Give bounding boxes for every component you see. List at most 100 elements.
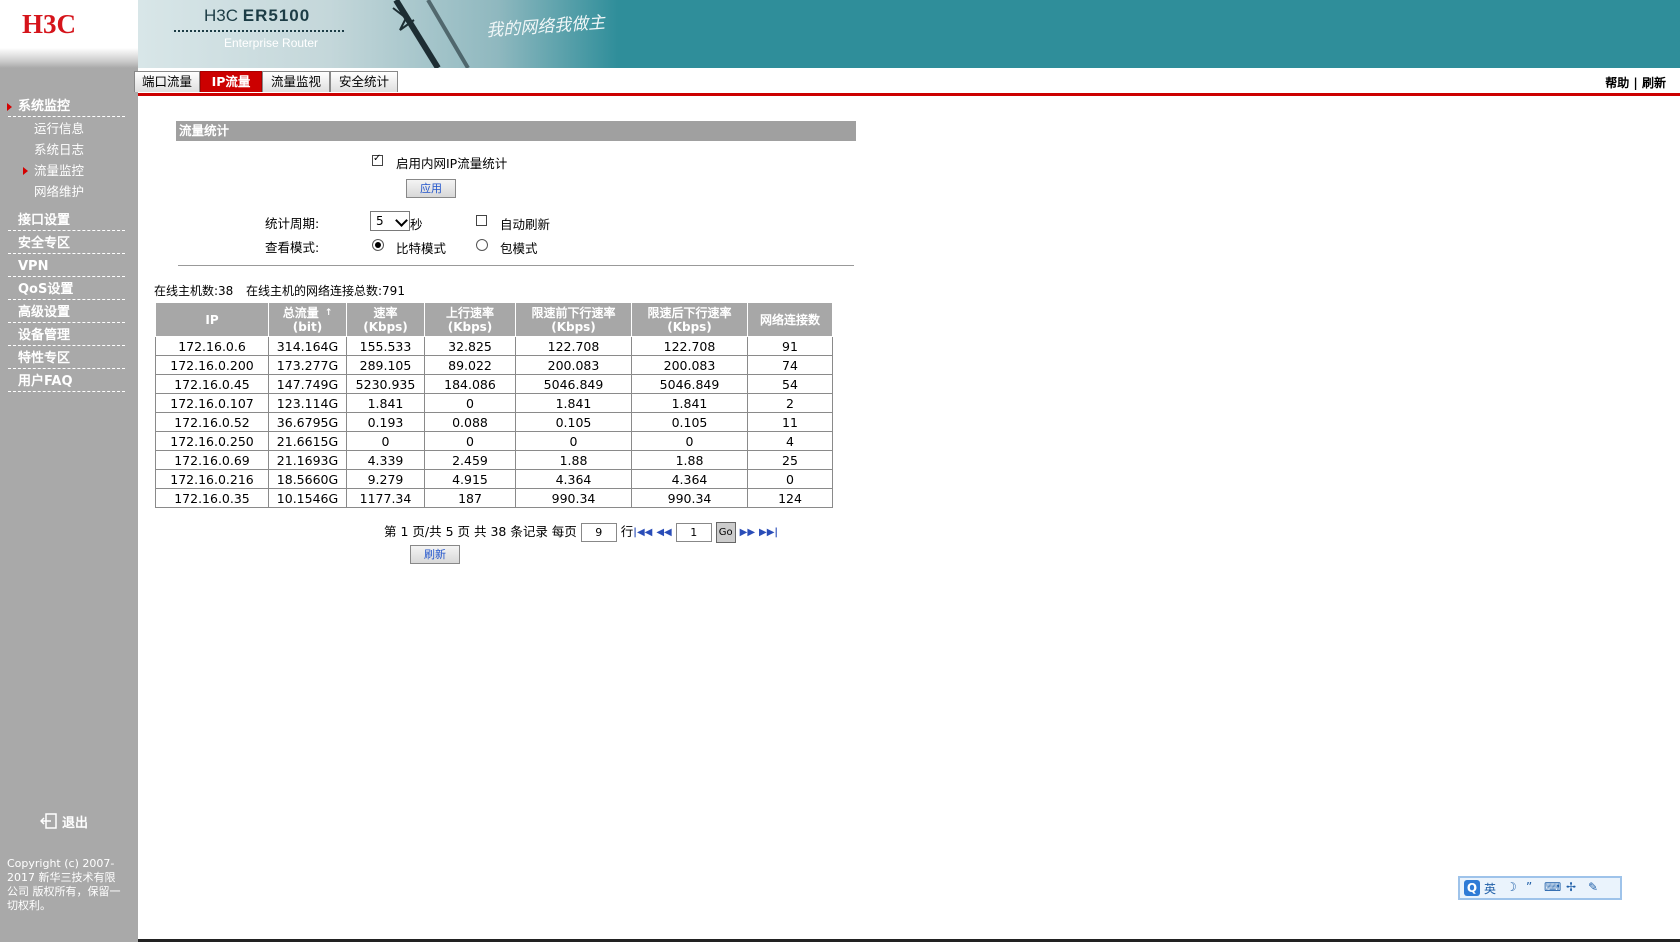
period-select[interactable]: 5 bbox=[370, 211, 410, 231]
table-cell: 1.841 bbox=[515, 393, 632, 413]
tab-traffic-watch[interactable]: 流量监视 bbox=[262, 71, 330, 92]
keyboard-icon[interactable]: ⌨ bbox=[1544, 880, 1561, 894]
product-name: H3C ER5100 bbox=[204, 6, 311, 25]
table-cell: 4.364 bbox=[631, 469, 748, 489]
tab-port-traffic[interactable]: 端口流量 bbox=[134, 71, 200, 92]
h3c-logo: H3C bbox=[22, 9, 76, 39]
table-cell: 5230.935 bbox=[346, 374, 425, 394]
sort-asc-icon: ↑ bbox=[324, 307, 333, 318]
ime-language[interactable]: 英 bbox=[1484, 880, 1496, 897]
enable-ip-stats-label: 启用内网IP流量统计 bbox=[396, 156, 508, 171]
col-header-down-after-limit[interactable]: 限速后下行速率 (Kbps) bbox=[631, 302, 748, 337]
refresh-button[interactable]: 刷新 bbox=[410, 545, 460, 564]
per-page-input[interactable]: 9 bbox=[580, 523, 617, 542]
menu-device-management[interactable]: 设备管理 bbox=[8, 326, 125, 346]
pager-summary: 第 1 页/共 5 页 共 38 条记录 每页 bbox=[384, 524, 577, 539]
table-cell: 2 bbox=[747, 393, 833, 413]
table-cell: 172.16.0.107 bbox=[155, 393, 269, 413]
table-cell: 25 bbox=[747, 450, 833, 470]
col-header-connections[interactable]: 网络连接数 bbox=[747, 302, 833, 337]
table-cell: 18.5660G bbox=[268, 469, 347, 489]
tab-ip-traffic[interactable]: IP流量 bbox=[200, 71, 262, 92]
table-cell: 122.708 bbox=[515, 336, 632, 356]
menu-security-zone[interactable]: 安全专区 bbox=[8, 234, 125, 254]
help-link[interactable]: 帮助 bbox=[1605, 76, 1629, 90]
table-cell: 91 bbox=[747, 336, 833, 356]
col-header-total-traffic[interactable]: 总流量 ↑ (bit) bbox=[268, 302, 347, 337]
table-cell: 32.825 bbox=[424, 336, 516, 356]
table-cell: 0 bbox=[424, 431, 516, 451]
apply-button[interactable]: 应用 bbox=[406, 179, 456, 198]
table-cell: 172.16.0.45 bbox=[155, 374, 269, 394]
table-cell: 155.533 bbox=[346, 336, 425, 356]
bit-mode-radio[interactable] bbox=[372, 239, 384, 251]
table-cell: 0.105 bbox=[515, 412, 632, 432]
table-cell: 9.279 bbox=[346, 469, 425, 489]
next-page-icon[interactable]: ▶▶ bbox=[740, 527, 755, 538]
tab-bar: 端口流量 IP流量 流量监视 安全统计 帮助 | 刷新 bbox=[134, 68, 1680, 96]
table-row: 172.16.0.69 21.1693G 4.339 2.459 1.88 1.88 25 bbox=[155, 450, 833, 470]
go-button[interactable]: Go bbox=[715, 522, 736, 543]
table-row: 172.16.0.45 147.749G 5230.935 184.086 5046.8… bbox=[155, 374, 833, 394]
col-header-up-rate[interactable]: 上行速率 (Kbps) bbox=[424, 302, 516, 337]
menu-interface-settings[interactable]: 接口设置 bbox=[8, 211, 125, 231]
simplified-icon[interactable]: ✢ bbox=[1566, 880, 1576, 894]
table-cell: 2.459 bbox=[424, 450, 516, 470]
table-cell: 1177.34 bbox=[346, 488, 425, 508]
table-cell: 5046.849 bbox=[515, 374, 632, 394]
table-cell: 314.164G bbox=[268, 336, 347, 356]
ime-toolbar[interactable]: Q 英 ☽ ” ⌨ ✢ ✎ bbox=[1458, 876, 1622, 900]
page-number-input[interactable]: 1 bbox=[675, 523, 712, 542]
table-cell: 54 bbox=[747, 374, 833, 394]
table-cell: 172.16.0.52 bbox=[155, 412, 269, 432]
product-subtitle: Enterprise Router bbox=[224, 36, 319, 50]
table-cell: 4.364 bbox=[515, 469, 632, 489]
table-cell: 21.6615G bbox=[268, 431, 347, 451]
table-header-row: IP 总流量 ↑ (bit) 速率 (Kbps) 上行速率 (Kbps) 限速前下行速率… bbox=[155, 302, 833, 337]
menu-advanced-settings[interactable]: 高级设置 bbox=[8, 303, 125, 323]
top-links: 帮助 | 刷新 bbox=[1605, 76, 1666, 90]
table-cell: 21.1693G bbox=[268, 450, 347, 470]
settings-icon[interactable]: ✎ bbox=[1588, 880, 1598, 894]
period-label: 统计周期: bbox=[265, 216, 320, 231]
col-header-down-before-limit[interactable]: 限速前下行速率 (Kbps) bbox=[515, 302, 632, 337]
menu-feature-zone[interactable]: 特性专区 bbox=[8, 349, 125, 369]
submenu-system-log[interactable]: 系统日志 bbox=[34, 140, 84, 160]
auto-refresh-label: 自动刷新 bbox=[500, 217, 551, 232]
col-header-rate[interactable]: 速率 (Kbps) bbox=[346, 302, 425, 337]
table-cell: 74 bbox=[747, 355, 833, 375]
packet-mode-radio[interactable] bbox=[476, 239, 488, 251]
table-cell: 990.34 bbox=[515, 488, 632, 508]
auto-refresh-checkbox[interactable] bbox=[476, 215, 487, 226]
submenu-network-maintenance[interactable]: 网络维护 bbox=[34, 182, 84, 202]
table-cell: 990.34 bbox=[631, 488, 748, 508]
menu-system-monitor[interactable]: 系统监控 bbox=[7, 97, 125, 117]
table-row: 172.16.0.216 18.5660G 9.279 4.915 4.364 4.364… bbox=[155, 469, 833, 489]
table-body: 172.16.0.6 314.164G 155.533 32.825 122.708 12… bbox=[155, 336, 833, 508]
punctuation-icon[interactable]: ” bbox=[1526, 880, 1532, 894]
submenu-traffic-monitor[interactable]: 流量监控 bbox=[22, 161, 84, 181]
table-cell: 1.88 bbox=[515, 450, 632, 470]
tab-security-stats[interactable]: 安全统计 bbox=[330, 71, 398, 92]
table-cell: 4.915 bbox=[424, 469, 516, 489]
first-page-icon[interactable]: |◀◀ bbox=[633, 527, 652, 538]
table-cell: 0 bbox=[424, 393, 516, 413]
enable-ip-stats-checkbox[interactable] bbox=[372, 153, 383, 166]
table-cell: 5046.849 bbox=[631, 374, 748, 394]
menu-user-faq[interactable]: 用户FAQ bbox=[8, 372, 125, 392]
menu-qos-settings[interactable]: QoS设置 bbox=[8, 280, 125, 300]
prev-page-icon[interactable]: ◀◀ bbox=[656, 527, 671, 538]
table-row: 172.16.0.200 173.277G 289.105 89.022 200.083… bbox=[155, 355, 833, 375]
last-page-icon[interactable]: ▶▶| bbox=[759, 527, 778, 538]
refresh-link[interactable]: 刷新 bbox=[1642, 76, 1666, 90]
bit-mode-label: 比特模式 bbox=[396, 241, 447, 256]
table-cell: 4 bbox=[747, 431, 833, 451]
menu-vpn[interactable]: VPN bbox=[8, 257, 125, 277]
col-header-ip[interactable]: IP bbox=[155, 302, 269, 337]
logout-link[interactable]: 退出 bbox=[39, 812, 88, 831]
table-cell: 0.088 bbox=[424, 412, 516, 432]
submenu-run-info[interactable]: 运行信息 bbox=[34, 119, 84, 139]
moon-icon[interactable]: ☽ bbox=[1506, 880, 1517, 894]
table-cell: 172.16.0.35 bbox=[155, 488, 269, 508]
table-cell: 1.88 bbox=[631, 450, 748, 470]
